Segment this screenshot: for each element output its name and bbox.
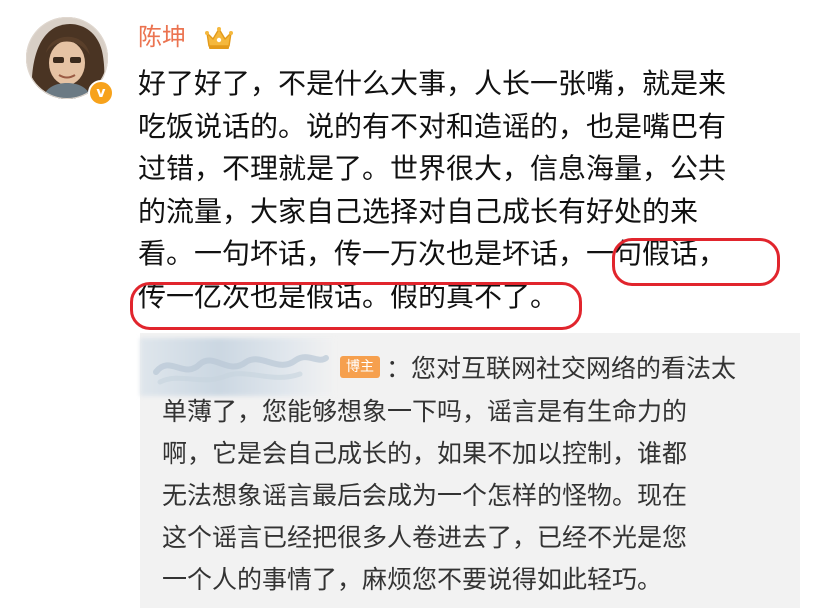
- reply-line: 啊，它是会自己成长的，如果不加以控制，谁都: [162, 439, 688, 468]
- crown-icon: [205, 27, 233, 49]
- op-badge: 博主: [340, 356, 380, 378]
- post-line: 的流量，大家自己选择对自己成长有好处的来: [138, 194, 699, 228]
- reply-text: 单薄了，您能够想象一下吗，谣言是有生命力的 啊，它是会自己成长的，如果不加以控制…: [162, 391, 792, 601]
- post-line: 传一亿次也是假话。假的真不了。: [138, 279, 559, 313]
- blurred-username-strokes: [153, 354, 329, 385]
- post-line: 过错，不理就是了。世界很大，信息海量，公共: [138, 152, 727, 185]
- post-line: 吃饭说话的。说的有不对和造谣的，也是嘴巴有: [138, 109, 727, 143]
- reply-line: ：您对互联网社交网络的看法太: [386, 354, 737, 383]
- author-name[interactable]: 陈坤: [138, 17, 186, 57]
- post-line: 好了好了，不是什么大事，人长一张嘴，就是来: [138, 67, 727, 100]
- reply-line: 这个谣言已经把很多人卷进去了，已经不光是您: [162, 523, 688, 552]
- post-line: 看。一句坏话，传一万次也是坏话，一句假话，: [138, 237, 727, 270]
- reply-line: 一个人的事情了，麻烦您不要说得如此轻巧。: [162, 565, 663, 594]
- post-text: 好了好了，不是什么大事，人长一张嘴，就是来 吃饭说话的。说的有不对和造谣的，也是…: [138, 63, 798, 318]
- reply-line: 单薄了，您能够想象一下吗，谣言是有生命力的: [162, 397, 688, 426]
- reply-line: 无法想象谣言最后会成为一个怎样的怪物。现在: [162, 481, 688, 510]
- verified-badge-icon: v: [88, 80, 114, 106]
